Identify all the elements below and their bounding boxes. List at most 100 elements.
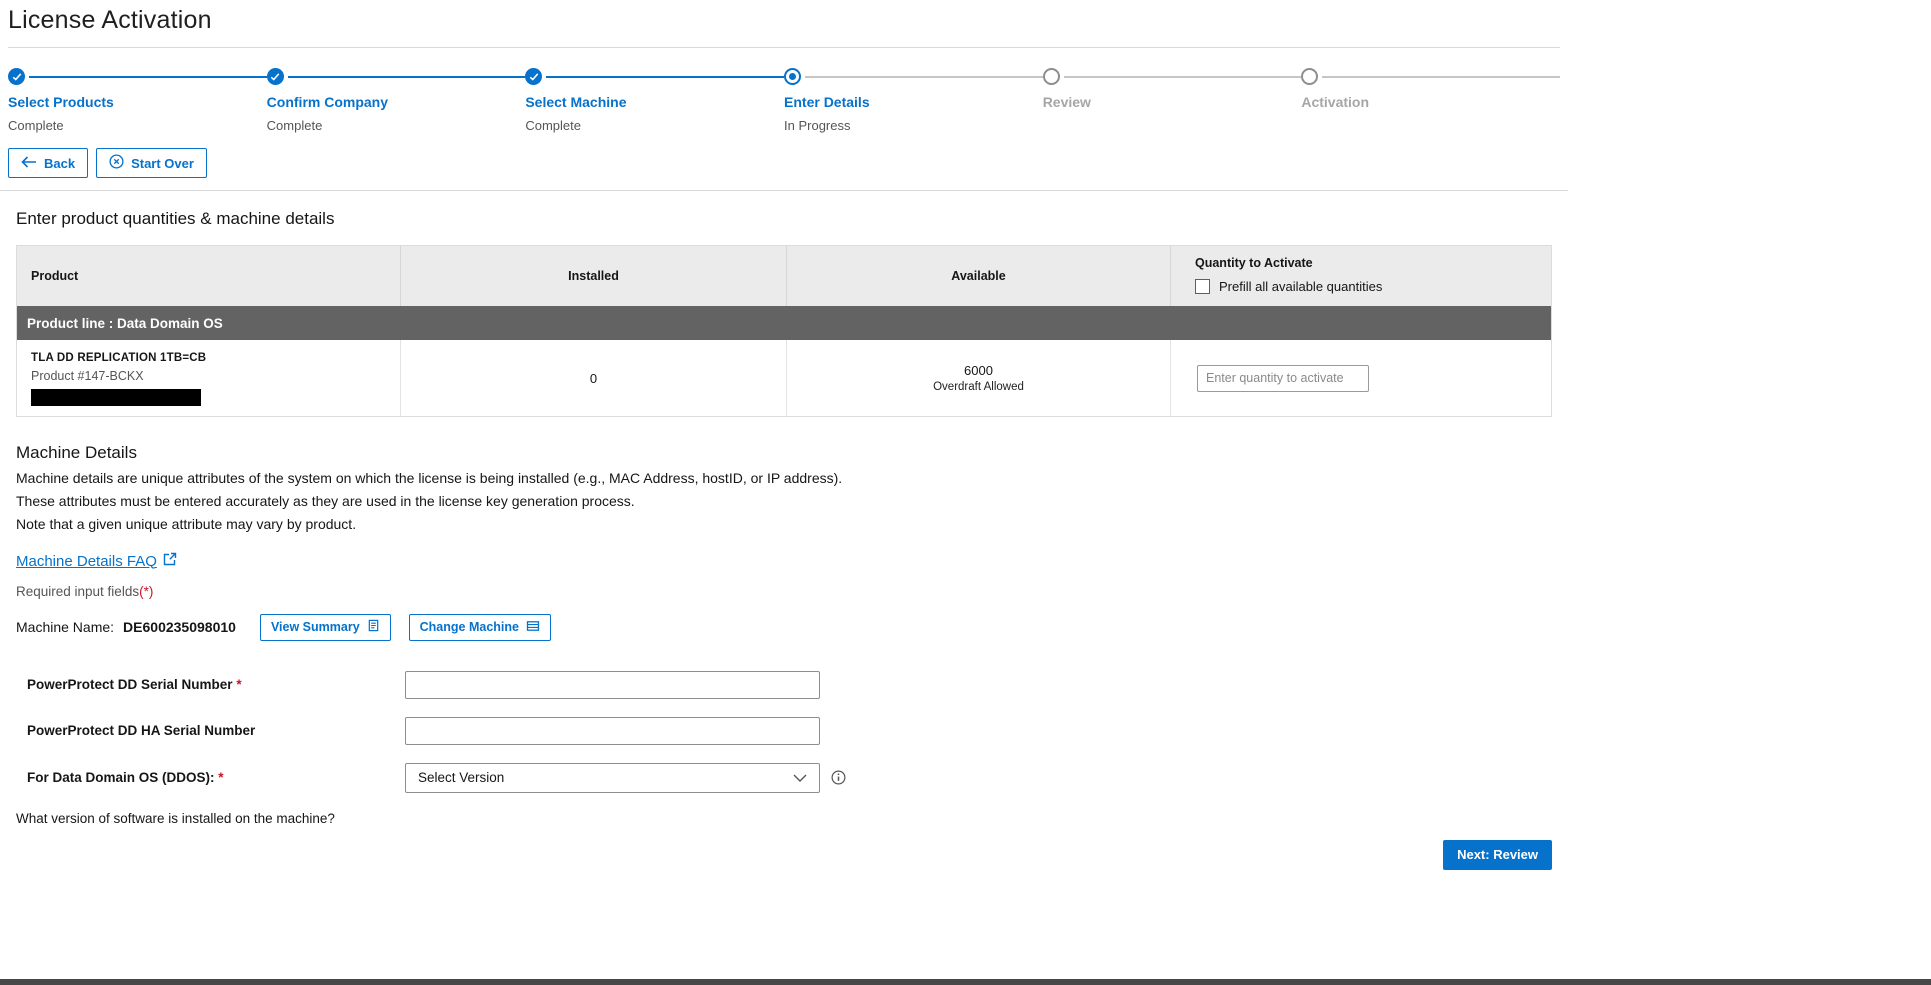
stepper-step-review: Review: [1043, 68, 1302, 133]
form-row-dd-serial: PowerProtect DD Serial Number *: [16, 671, 1552, 699]
stepper-step-enter-details: Enter Details In Progress: [784, 68, 1043, 133]
dd-serial-label-text: PowerProtect DD Serial Number: [27, 677, 233, 692]
step-complete-check-icon: [8, 68, 25, 85]
page-title: License Activation: [8, 6, 1560, 35]
info-icon[interactable]: [831, 770, 846, 785]
available-cell: 6000 Overdraft Allowed: [787, 340, 1171, 416]
description-line: Note that a given unique attribute may v…: [16, 515, 1552, 534]
step-label: Confirm Company: [267, 94, 526, 110]
circle-x-icon: [109, 154, 124, 172]
stepper-step-activation: Activation: [1301, 68, 1560, 133]
step-status: Complete: [267, 118, 526, 133]
next-review-button[interactable]: Next: Review: [1443, 840, 1552, 870]
required-asterisk: *: [218, 770, 223, 785]
view-summary-label: View Summary: [271, 620, 360, 634]
prefill-checkbox[interactable]: [1195, 279, 1210, 294]
external-link-icon: [163, 552, 177, 570]
horizontal-scrollbar[interactable]: [0, 979, 1931, 985]
document-icon: [367, 619, 380, 635]
machine-details-heading: Machine Details: [16, 443, 1552, 463]
step-current-icon: [784, 68, 801, 85]
stepper-step-select-products[interactable]: Select Products Complete: [8, 68, 267, 133]
machine-icon: [526, 619, 540, 636]
table-row: TLA DD REPLICATION 1TB=CB Product #147-B…: [17, 340, 1551, 416]
required-marker: (*): [139, 584, 153, 599]
required-fields-note: Required input fields(*): [16, 584, 1552, 599]
stepper-step-confirm-company[interactable]: Confirm Company Complete: [267, 68, 526, 133]
step-label: Select Machine: [525, 94, 784, 110]
table-header-row: Product Installed Available Quantity to …: [17, 246, 1551, 306]
quantity-cell: [1171, 340, 1551, 416]
step-complete-check-icon: [267, 68, 284, 85]
back-button[interactable]: Back: [8, 148, 88, 178]
dd-ha-serial-label-text: PowerProtect DD HA Serial Number: [27, 723, 255, 738]
license-activation-page: License Activation Select Products Compl…: [0, 6, 1568, 870]
ddos-version-hint: What version of software is installed on…: [16, 811, 1552, 826]
step-label: Activation: [1301, 94, 1560, 110]
header-divider: [8, 47, 1560, 48]
dd-serial-input[interactable]: [405, 671, 820, 699]
column-header-installed: Installed: [401, 246, 787, 306]
dd-serial-label: PowerProtect DD Serial Number *: [16, 677, 405, 692]
ddos-version-label: For Data Domain OS (DDOS): *: [16, 770, 405, 785]
change-machine-button[interactable]: Change Machine: [409, 614, 551, 641]
product-name: TLA DD REPLICATION 1TB=CB: [31, 352, 386, 364]
step-label: Review: [1043, 94, 1302, 110]
column-header-available: Available: [787, 246, 1171, 306]
step-label: Enter Details: [784, 94, 1043, 110]
content-divider: [0, 190, 1568, 191]
content-panel: Enter product quantities & machine detai…: [8, 209, 1560, 870]
description-line: These attributes must be entered accurat…: [16, 492, 1552, 511]
step-label: Select Products: [8, 94, 267, 110]
wizard-stepper: Select Products Complete Confirm Company…: [8, 68, 1560, 133]
form-row-dd-ha-serial: PowerProtect DD HA Serial Number: [16, 717, 1552, 745]
form-row-ddos-version: For Data Domain OS (DDOS): * Select Vers…: [16, 763, 1552, 793]
machine-details-description: Machine details are unique attributes of…: [16, 469, 1552, 534]
quantity-to-activate-input[interactable]: [1197, 365, 1369, 392]
machine-details-faq-link[interactable]: Machine Details FAQ: [16, 552, 177, 570]
required-fields-text: Required input fields: [16, 584, 139, 599]
column-header-product: Product: [17, 246, 401, 306]
change-machine-label: Change Machine: [420, 620, 519, 634]
installed-value: 0: [590, 371, 597, 386]
overdraft-note: Overdraft Allowed: [933, 381, 1024, 393]
machine-name-row: Machine Name: DE600235098010 View Summar…: [16, 614, 1552, 641]
back-button-label: Back: [44, 156, 75, 171]
product-number: Product #147-BCKX: [31, 369, 386, 383]
machine-name-label: Machine Name:: [16, 619, 114, 635]
prefill-control: Prefill all available quantities: [1195, 279, 1551, 294]
installed-cell: 0: [401, 340, 787, 416]
step-upcoming-icon: [1043, 68, 1060, 85]
quantity-to-activate-label: Quantity to Activate: [1195, 256, 1551, 270]
required-asterisk: *: [236, 677, 241, 692]
select-value: Select Version: [418, 770, 504, 785]
wizard-toolbar: Back Start Over: [8, 148, 1560, 178]
available-value: 6000: [964, 363, 993, 378]
dd-ha-serial-input[interactable]: [405, 717, 820, 745]
faq-link-label: Machine Details FAQ: [16, 553, 157, 570]
prefill-checkbox-label: Prefill all available quantities: [1219, 279, 1382, 294]
stepper-step-select-machine[interactable]: Select Machine Complete: [525, 68, 784, 133]
start-over-button[interactable]: Start Over: [96, 148, 207, 178]
chevron-down-icon: [793, 770, 807, 785]
description-line: Machine details are unique attributes of…: [16, 469, 1552, 488]
product-cell: TLA DD REPLICATION 1TB=CB Product #147-B…: [17, 340, 401, 416]
step-status: Complete: [525, 118, 784, 133]
view-summary-button[interactable]: View Summary: [260, 614, 391, 641]
product-quantity-table: Product Installed Available Quantity to …: [16, 245, 1552, 417]
ddos-version-select[interactable]: Select Version: [405, 763, 820, 793]
step-status: Complete: [8, 118, 267, 133]
arrow-left-icon: [21, 156, 37, 171]
start-over-button-label: Start Over: [131, 156, 194, 171]
step-complete-check-icon: [525, 68, 542, 85]
machine-details-form: PowerProtect DD Serial Number * PowerPro…: [16, 671, 1552, 826]
product-line-group-row: Product line : Data Domain OS: [17, 306, 1551, 340]
ddos-version-label-text: For Data Domain OS (DDOS):: [27, 770, 215, 785]
dd-ha-serial-label: PowerProtect DD HA Serial Number: [16, 723, 405, 738]
redacted-text-bar: [31, 389, 201, 406]
footer-actions: Next: Review: [16, 840, 1552, 870]
step-status: In Progress: [784, 118, 1043, 133]
quantities-heading: Enter product quantities & machine detai…: [16, 209, 1552, 229]
product-line-label: Product line : Data Domain OS: [27, 316, 223, 331]
step-upcoming-icon: [1301, 68, 1318, 85]
